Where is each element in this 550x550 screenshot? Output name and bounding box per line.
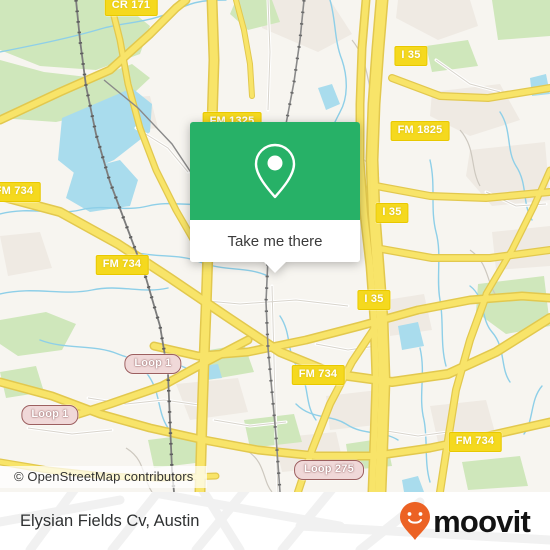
address-label: Elysian Fields Cv, Austin <box>20 511 200 530</box>
map-label-i35-north: I 35 <box>394 46 428 66</box>
moovit-wordmark: moovit <box>433 503 531 539</box>
map-label-fm-734-se: FM 734 <box>448 432 502 452</box>
map-label-fm-734-s: FM 734 <box>291 365 345 385</box>
location-popup[interactable]: Take me there <box>190 122 360 273</box>
map-attribution[interactable]: © OpenStreetMap contributors <box>0 466 208 488</box>
take-me-there-label: Take me there <box>227 232 323 250</box>
popup-body: Take me there <box>190 122 360 262</box>
map-label-fm-734-w: FM 734 <box>0 182 41 202</box>
popup-footer[interactable]: Take me there <box>190 220 360 262</box>
map-label-loop-1-n: Loop 1 <box>124 354 182 374</box>
moovit-pin-icon <box>400 502 431 540</box>
map-label-fm-734-c: FM 734 <box>95 255 149 275</box>
map-label-i35-mid: I 35 <box>375 203 409 223</box>
map-label-fm-1825: FM 1825 <box>390 121 450 141</box>
moovit-logo[interactable]: moovit <box>399 492 531 550</box>
popup-header <box>190 122 360 220</box>
popup-tail-arrow <box>264 262 286 273</box>
bottom-bar: Elysian Fields Cv, Austin moovit <box>0 492 550 550</box>
map-canvas[interactable]: CR 171 I 35 FM 1325 FM 1825 FM 734 I 35 … <box>0 0 550 492</box>
moovit-map-screen: CR 171 I 35 FM 1325 FM 1825 FM 734 I 35 … <box>0 0 550 550</box>
map-label-loop-1-s: Loop 1 <box>21 405 79 425</box>
map-label-cr-171: CR 171 <box>104 0 158 16</box>
map-label-i35-south: I 35 <box>357 290 391 310</box>
map-pin-icon <box>254 143 296 199</box>
map-label-loop-275: Loop 275 <box>294 460 364 480</box>
